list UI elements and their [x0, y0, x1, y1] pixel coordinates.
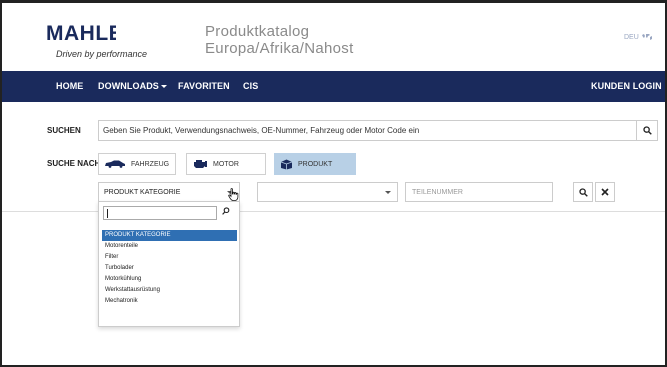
- hand-pointer-icon: [228, 188, 239, 201]
- product-category-value: PRODUKT KATEGORIE: [104, 189, 181, 196]
- search-placeholder: Geben Sie Produkt, Verwendungsnachweis, …: [103, 126, 420, 135]
- product-category-dropdown: PRODUKT KATEGORIE Motorenteile Filter Tu…: [98, 201, 240, 327]
- language-selector[interactable]: DEU: [624, 33, 653, 41]
- nav-kunden-login[interactable]: KUNDEN LOGIN: [591, 71, 665, 120]
- dropdown-option[interactable]: Motorkühlung: [102, 274, 237, 285]
- motor-label: MOTOR: [213, 160, 239, 168]
- mahle-logo[interactable]: MAHLE: [46, 23, 116, 43]
- car-icon: [105, 160, 125, 168]
- tagline: Driven by performance: [56, 49, 148, 59]
- product-box-icon: [280, 159, 293, 169]
- search-icon: [222, 207, 230, 215]
- svg-text:MAHLE: MAHLE: [46, 23, 116, 43]
- filter-search-button[interactable]: [573, 182, 593, 202]
- motor-button[interactable]: MOTOR: [186, 153, 266, 175]
- catalog-title: Produktkatalog Europa/Afrika/Nahost: [205, 23, 354, 57]
- fahrzeug-button[interactable]: FAHRZEUG: [98, 153, 176, 175]
- dropdown-option[interactable]: PRODUKT KATEGORIE: [102, 230, 237, 241]
- chevron-down-icon: [160, 85, 167, 89]
- product-category-select[interactable]: PRODUKT KATEGORIE: [98, 182, 240, 202]
- search-label: SUCHEN: [47, 126, 81, 135]
- dropdown-option[interactable]: Werkstattausrüstung: [102, 285, 237, 296]
- nav-home[interactable]: HOME: [56, 71, 83, 102]
- catalog-title-line1: Produktkatalog: [205, 23, 310, 40]
- dropdown-search-input[interactable]: [103, 206, 217, 220]
- search-icon: [578, 187, 588, 197]
- engine-icon: [194, 160, 207, 168]
- dropdown-option[interactable]: Mechatronik: [102, 296, 237, 307]
- catalog-title-line2: Europa/Afrika/Nahost: [205, 40, 354, 57]
- search-button[interactable]: [636, 121, 657, 140]
- search-input[interactable]: Geben Sie Produkt, Verwendungsnachweis, …: [98, 120, 658, 141]
- nav-kunden-login-label: KUNDEN LOGIN: [591, 81, 662, 91]
- dropdown-option[interactable]: Motorenteile: [102, 241, 237, 252]
- search-by-label: SUCHE NACH: [47, 159, 101, 168]
- nav-cis[interactable]: CIS: [243, 71, 258, 102]
- chevron-down-icon: [385, 191, 391, 194]
- main-nav: HOME DOWNLOADS FAVORITEN CIS KUNDEN LOGI…: [2, 71, 665, 120]
- produkt-button[interactable]: PRODUKT: [274, 153, 356, 175]
- nav-downloads-label: DOWNLOADS: [98, 81, 159, 91]
- close-icon: [601, 188, 609, 196]
- nav-downloads[interactable]: DOWNLOADS: [98, 71, 167, 102]
- chevron-down-icon: [593, 116, 599, 120]
- world-map-icon: [641, 34, 652, 40]
- dropdown-option[interactable]: Filter: [102, 252, 237, 263]
- header: MAHLE Driven by performance Produktkatal…: [2, 3, 665, 69]
- teilenummer-input[interactable]: TEILENUMMER: [405, 182, 553, 202]
- clear-filter-button[interactable]: [595, 182, 615, 202]
- produkt-label: PRODUKT: [298, 160, 333, 168]
- subcategory-select[interactable]: [257, 182, 398, 202]
- teilenummer-placeholder: TEILENUMMER: [412, 189, 463, 196]
- dropdown-option[interactable]: Turbolader: [102, 263, 237, 274]
- nav-favoriten[interactable]: FAVORITEN: [178, 71, 230, 102]
- fahrzeug-label: FAHRZEUG: [131, 160, 170, 168]
- text-cursor: [107, 209, 108, 218]
- language-code: DEU: [624, 33, 639, 41]
- search-icon: [642, 126, 652, 135]
